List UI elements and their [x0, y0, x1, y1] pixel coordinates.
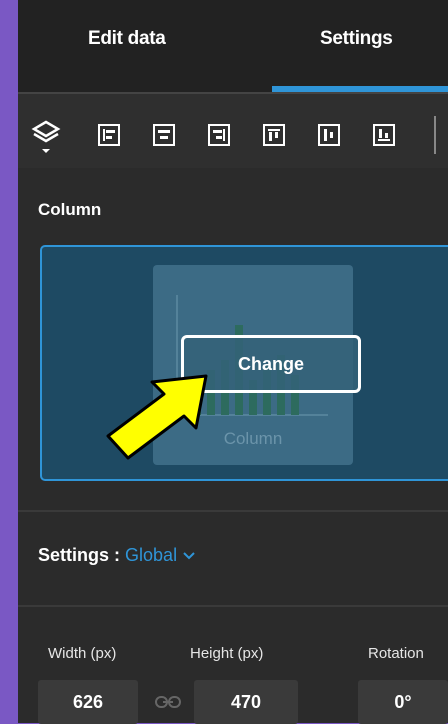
divider	[18, 605, 448, 607]
align-middle-icon[interactable]	[318, 124, 340, 146]
tab-bar: Edit data Settings	[18, 0, 448, 92]
chevron-down-icon[interactable]	[182, 551, 196, 561]
width-label: Width (px)	[48, 645, 117, 662]
tab-settings[interactable]: Settings	[320, 28, 393, 50]
align-top-icon[interactable]	[263, 124, 285, 146]
chart-type-label: Column	[38, 200, 102, 219]
settings-scope-label: Settings :	[38, 545, 121, 565]
alignment-toolbar	[18, 92, 448, 168]
height-label: Height (px)	[190, 645, 264, 662]
settings-panel: Edit data Settings Column Column Change …	[18, 0, 448, 724]
settings-scope-value[interactable]: Global	[125, 545, 177, 565]
rotation-label: Rotation	[368, 645, 424, 662]
height-input[interactable]: 470	[194, 680, 298, 724]
align-bottom-icon[interactable]	[373, 124, 395, 146]
width-input[interactable]: 626	[38, 680, 138, 724]
settings-scope: Settings : Global	[38, 545, 196, 566]
toolbar-separator	[434, 116, 436, 154]
settings-scope-dropdown[interactable]: Global	[125, 545, 196, 565]
layers-icon[interactable]	[30, 118, 62, 154]
annotation-arrow-icon	[106, 374, 208, 460]
tab-edit-data[interactable]: Edit data	[88, 28, 166, 50]
align-center-icon[interactable]	[153, 124, 175, 146]
align-right-icon[interactable]	[208, 124, 230, 146]
align-left-icon[interactable]	[98, 124, 120, 146]
divider	[18, 510, 448, 512]
link-aspect-ratio-icon[interactable]	[154, 694, 182, 710]
rotation-input[interactable]: 0°	[358, 680, 448, 724]
